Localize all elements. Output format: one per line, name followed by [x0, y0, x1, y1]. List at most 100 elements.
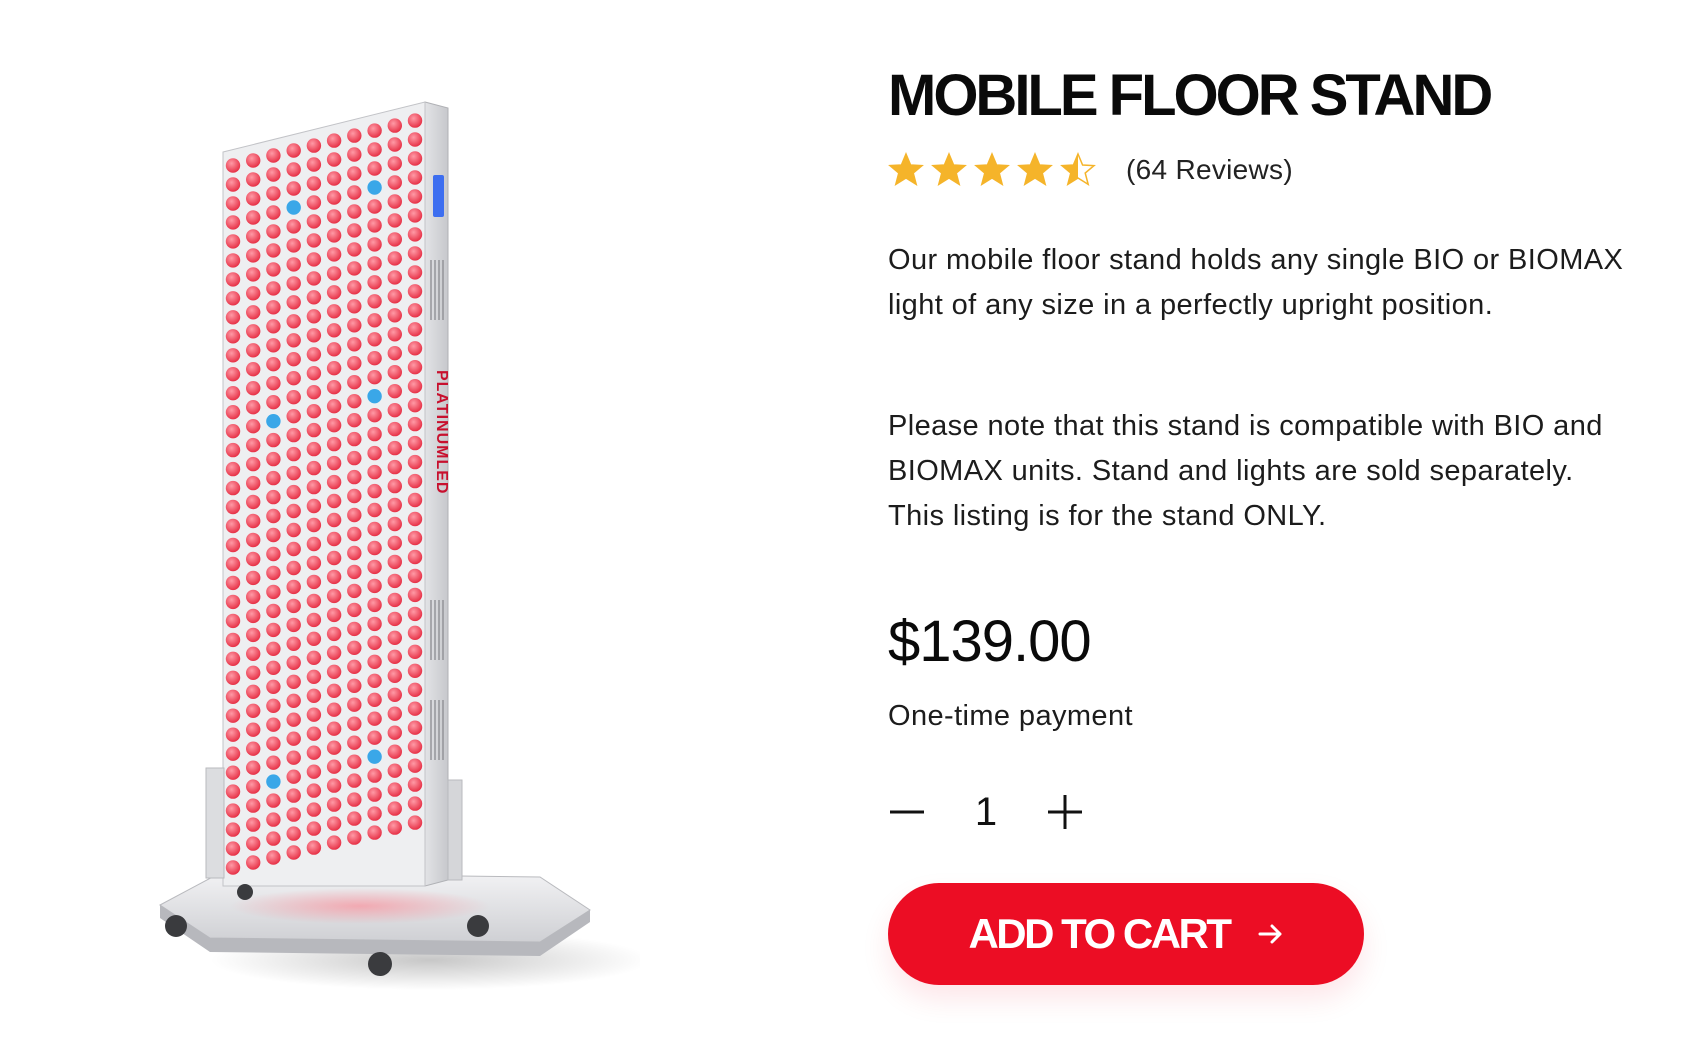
led-dot [387, 308, 402, 323]
led-dot [367, 616, 382, 632]
led-dot [286, 295, 301, 310]
led-dot [246, 741, 261, 756]
led-dot [387, 687, 402, 702]
led-dot [266, 641, 281, 656]
led-dot [347, 413, 362, 428]
led-dot [246, 381, 261, 396]
led-dot [266, 395, 281, 410]
led-dot [266, 167, 281, 182]
led-dot [266, 338, 281, 353]
led-dot [286, 219, 301, 234]
led-dot [387, 535, 402, 551]
quantity-stepper: 1 [888, 784, 1084, 840]
led-dot [286, 712, 301, 727]
led-dot [347, 640, 362, 655]
led-dot [246, 419, 261, 434]
led-dot [326, 778, 342, 793]
led-dot [387, 668, 402, 683]
led-dot [306, 309, 322, 324]
led-dot [225, 556, 241, 572]
led-dot [407, 511, 423, 527]
led-dot [225, 518, 241, 534]
led-dot [347, 507, 362, 523]
reviews-count[interactable]: (64 Reviews) [1126, 154, 1293, 186]
led-dot [347, 280, 362, 295]
led-dot [347, 431, 362, 447]
led-dot [347, 621, 362, 637]
led-dot [286, 788, 301, 803]
led-dot [246, 570, 261, 586]
led-dot [347, 678, 362, 693]
led-dot [225, 424, 241, 439]
led-dot [266, 414, 281, 429]
led-dot [367, 426, 382, 442]
led-dot [347, 811, 362, 826]
led-dot [407, 663, 423, 678]
led-dot [286, 693, 301, 708]
add-to-cart-button[interactable]: ADD TO CART [888, 883, 1364, 985]
led-dot [266, 546, 281, 562]
led-dot [367, 408, 382, 423]
led-dot [367, 142, 382, 157]
led-dot [286, 579, 301, 595]
led-dot [266, 603, 281, 619]
led-dot [407, 473, 423, 489]
led-dot [266, 717, 281, 732]
led-dot [387, 384, 402, 399]
led-dot [407, 454, 423, 470]
led-dot [266, 660, 281, 675]
decrease-quantity-button[interactable] [888, 793, 926, 831]
led-dot [246, 229, 261, 244]
led-dot [347, 356, 362, 371]
increase-quantity-button[interactable] [1046, 793, 1084, 831]
led-dot [367, 237, 382, 252]
led-dot [387, 251, 402, 266]
led-dot [286, 636, 301, 651]
led-dot [246, 855, 261, 870]
led-dot [246, 305, 261, 320]
led-dot [347, 204, 362, 219]
led-dot [387, 289, 402, 304]
led-dot [387, 801, 402, 816]
led-dot [246, 627, 261, 643]
led-dot [225, 632, 241, 648]
led-dot [387, 459, 402, 475]
led-dot [326, 436, 342, 452]
led-dot [306, 138, 322, 153]
led-dot [326, 740, 342, 755]
led-dot [407, 208, 423, 223]
led-dot [326, 304, 342, 319]
led-dot [225, 689, 241, 704]
led-dot [367, 351, 382, 366]
led-dot [225, 310, 241, 325]
description-paragraph: Our mobile floor stand holds any single … [888, 244, 1624, 321]
quantity-value[interactable]: 1 [926, 790, 1046, 835]
led-dot [306, 233, 322, 248]
led-dot [367, 768, 382, 783]
led-dot [266, 736, 281, 751]
led-dot [286, 162, 301, 177]
led-dot [306, 366, 322, 381]
led-dot [367, 654, 382, 669]
led-dot [286, 257, 301, 272]
led-dot [347, 754, 362, 769]
led-dot [306, 555, 322, 571]
led-dot [367, 521, 382, 537]
led-dot [266, 262, 281, 277]
rating[interactable]: (64 Reviews) [888, 152, 1293, 188]
led-dot [367, 787, 382, 802]
led-dot [225, 442, 241, 458]
led-dot [407, 644, 423, 659]
led-dot [407, 189, 423, 204]
led-dot [326, 285, 342, 300]
led-dot [407, 530, 423, 546]
led-dot [286, 617, 301, 633]
led-dot [326, 190, 342, 205]
led-dot [225, 272, 241, 287]
led-dot [407, 682, 423, 697]
led-dot [407, 796, 423, 811]
led-dot [286, 826, 301, 841]
led-dot [347, 337, 362, 352]
led-dot [387, 611, 402, 627]
led-dot [387, 554, 402, 570]
